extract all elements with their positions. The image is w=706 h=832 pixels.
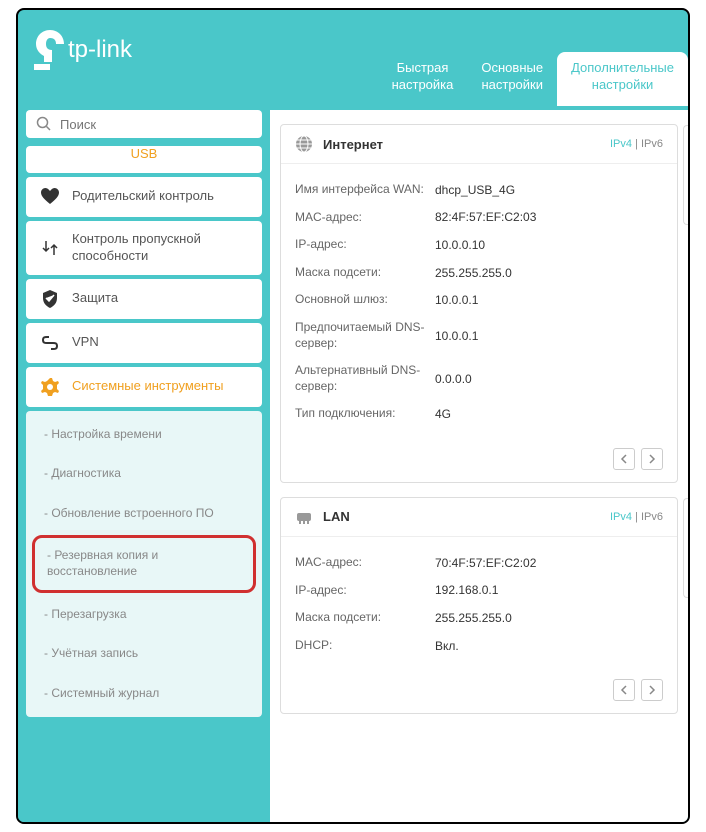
lan-icon [295, 508, 313, 526]
prev-button[interactable] [613, 448, 635, 470]
table-row: Маска подсети:255.255.255.0 [295, 604, 663, 632]
table-row: Тип подключения:4G [295, 400, 663, 428]
subitem-time[interactable]: - Настройка времени [26, 415, 262, 455]
search-bar[interactable] [26, 110, 262, 138]
sidebar-item-bandwidth[interactable]: Контроль пропускной способности [26, 221, 262, 275]
brand-logo: tp-link [18, 10, 142, 72]
chevron-left-icon [619, 454, 629, 464]
sidebar-item-vpn[interactable]: VPN [26, 323, 262, 363]
chevron-right-icon [647, 454, 657, 464]
link-icon [40, 333, 60, 353]
ip-toggle[interactable]: IPv4 | IPv6 [610, 511, 663, 523]
sidebar-item-label: Контроль пропускной способности [72, 231, 248, 265]
globe-icon [295, 135, 313, 153]
subitem-backup-restore[interactable]: - Резервная копия и восстановление [32, 535, 256, 592]
card-title: Интернет [323, 137, 600, 152]
subitem-diagnostics[interactable]: - Диагностика [26, 454, 262, 494]
sidebar-item-label: Системные инструменты [72, 378, 223, 395]
table-row: MAC-адрес:70:4F:57:EF:C2:02 [295, 549, 663, 577]
heart-icon [40, 187, 60, 207]
content-area: Интернет IPv4 | IPv6 Имя интерфейса WAN:… [270, 110, 688, 822]
table-row: Основной шлюз:10.0.0.1 [295, 286, 663, 314]
arrows-icon [40, 238, 60, 258]
subitem-account[interactable]: - Учётная запись [26, 634, 262, 674]
next-button[interactable] [641, 448, 663, 470]
sidebar: USB Родительский контроль Контроль пропу… [18, 110, 270, 822]
tab-basic-settings[interactable]: Основные настройки [467, 52, 557, 106]
header: tp-link Быстрая настройка Основные настр… [18, 10, 688, 110]
sidebar-item-security[interactable]: Защита [26, 279, 262, 319]
table-row: IP-адрес:192.168.0.1 [295, 577, 663, 605]
subitem-firmware[interactable]: - Обновление встроенного ПО [26, 494, 262, 534]
sidebar-item-label: VPN [72, 334, 99, 351]
card-title: LAN [323, 509, 600, 524]
card-edge [683, 498, 688, 598]
chevron-left-icon [619, 685, 629, 695]
tab-quick-setup[interactable]: Быстрая настройка [378, 52, 468, 106]
sidebar-item-usb[interactable]: USB [26, 146, 262, 173]
table-row: Предпочитаемый DNS-сервер:10.0.0.1 [295, 314, 663, 357]
table-row: DHCP:Вкл. [295, 632, 663, 660]
sidebar-subitems: - Настройка времени - Диагностика - Обно… [26, 411, 262, 718]
table-row: Альтернативный DNS-сервер:0.0.0.0 [295, 357, 663, 400]
card-lan: LAN IPv4 | IPv6 MAC-адрес:70:4F:57:EF:C2… [280, 497, 678, 714]
table-row: MAC-адрес:82:4F:57:EF:C2:03 [295, 204, 663, 232]
ip-toggle[interactable]: IPv4 | IPv6 [610, 138, 663, 150]
brand-name: tp-link [68, 36, 132, 64]
top-tabs: Быстрая настройка Основные настройки Доп… [378, 10, 688, 106]
card-edge [683, 125, 688, 225]
next-button[interactable] [641, 679, 663, 701]
prev-button[interactable] [613, 679, 635, 701]
sidebar-item-label: Родительский контроль [72, 188, 214, 205]
search-input[interactable] [60, 117, 252, 132]
shield-icon [40, 289, 60, 309]
tab-advanced-settings[interactable]: Дополнительные настройки [557, 52, 688, 106]
chevron-right-icon [647, 685, 657, 695]
subitem-reboot[interactable]: - Перезагрузка [26, 595, 262, 635]
sidebar-item-label: USB [131, 146, 158, 163]
search-icon [36, 116, 52, 132]
sidebar-item-label: Защита [72, 290, 118, 307]
sidebar-item-parental[interactable]: Родительский контроль [26, 177, 262, 217]
tplink-logo-icon [32, 28, 68, 72]
table-row: Имя интерфейса WAN:dhcp_USB_4G [295, 176, 663, 204]
gear-icon [40, 377, 60, 397]
card-internet: Интернет IPv4 | IPv6 Имя интерфейса WAN:… [280, 124, 678, 483]
table-row: IP-адрес:10.0.0.10 [295, 231, 663, 259]
table-row: Маска подсети:255.255.255.0 [295, 259, 663, 287]
subitem-syslog[interactable]: - Системный журнал [26, 674, 262, 714]
sidebar-item-system-tools[interactable]: Системные инструменты [26, 367, 262, 407]
